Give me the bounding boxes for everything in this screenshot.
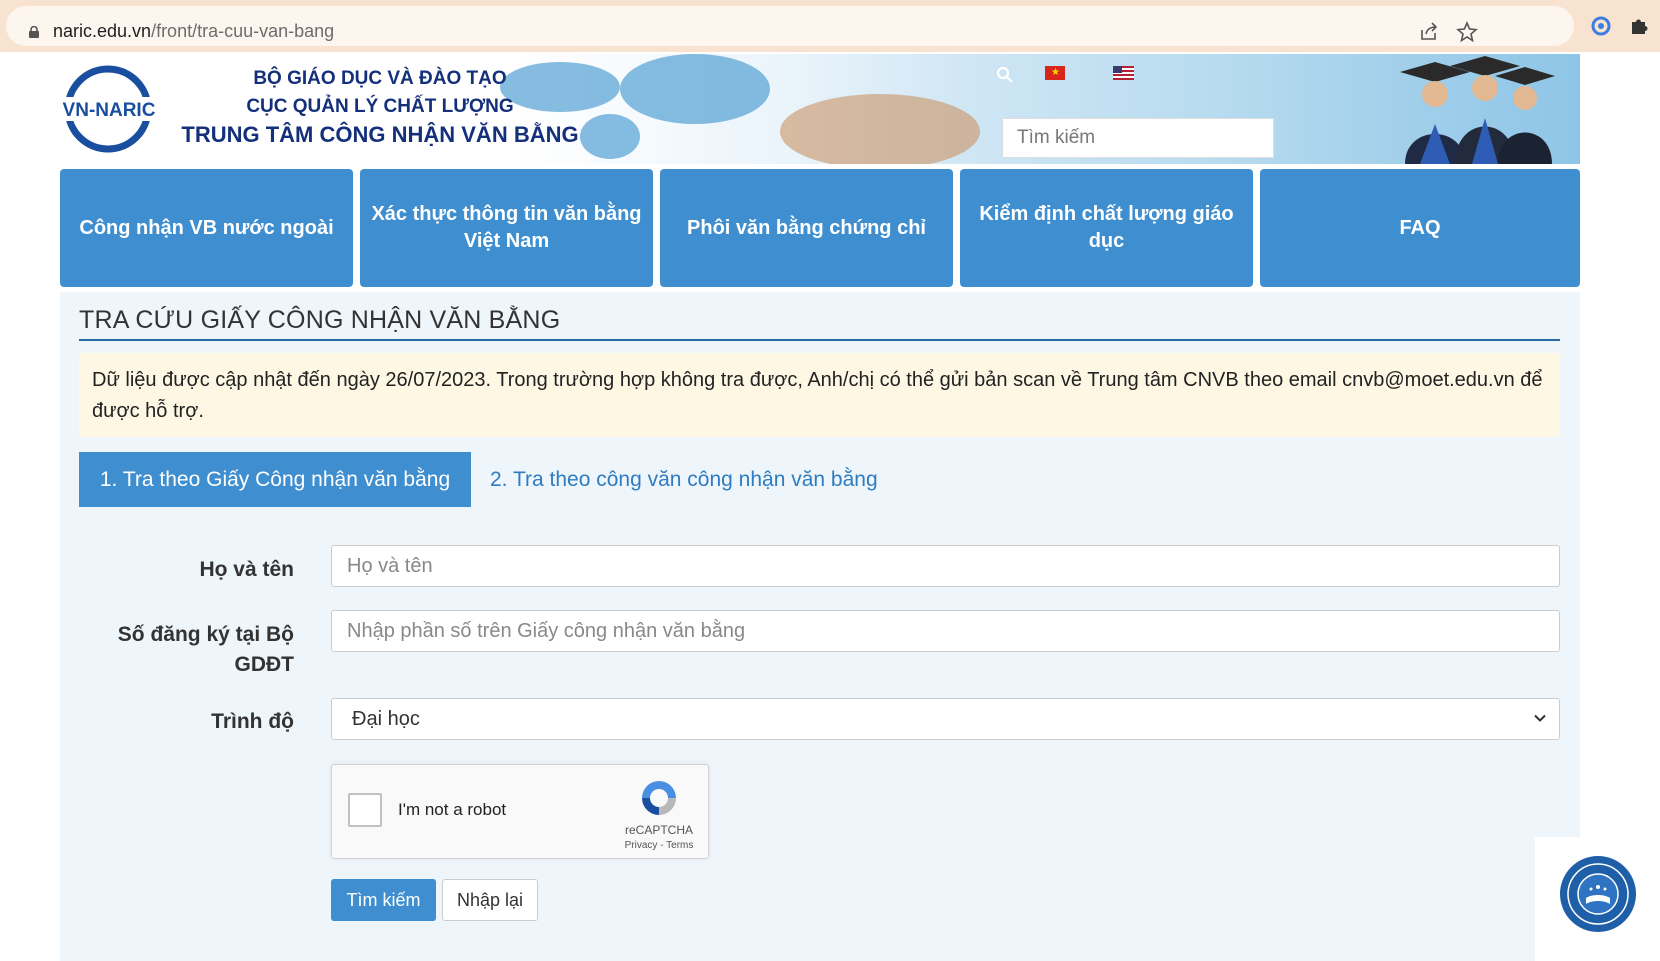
bookmark-star-icon[interactable] — [1456, 21, 1478, 43]
level-label: Trình độ — [211, 710, 294, 733]
share-icon[interactable] — [1418, 21, 1440, 43]
url-domain: naric.edu.vn — [53, 21, 152, 41]
recaptcha-widget: I'm not a robot reCAPTCHA Privacy - Term… — [331, 764, 709, 859]
landmarks-decoration — [780, 94, 980, 164]
header-search-input[interactable]: Tìm kiếm — [1002, 118, 1274, 158]
search-button[interactable]: Tìm kiếm — [331, 879, 436, 921]
nav-faq[interactable]: FAQ — [1260, 169, 1580, 287]
tab-by-recognition-dispatch[interactable]: 2. Tra theo công văn công nhận văn bằng — [490, 452, 878, 507]
vn-naric-logo[interactable]: VN-NARIC — [60, 64, 158, 154]
lock-icon — [29, 26, 39, 38]
chevron-down-icon — [1534, 714, 1546, 722]
registration-number-label: Số đăng ký tại Bộ GDĐT — [117, 623, 294, 676]
full-name-label: Họ và tên — [199, 558, 294, 581]
recaptcha-label: I'm not a robot — [398, 800, 507, 819]
recaptcha-privacy-terms-link[interactable]: Privacy - Terms — [615, 840, 703, 851]
vietnam-flag-icon[interactable]: ★ — [1045, 66, 1065, 80]
recaptcha-logo-icon — [642, 781, 676, 815]
page-title: TRA CỨU GIẤY CÔNG NHẬN VĂN BẰNG — [79, 306, 561, 334]
map-decoration — [620, 54, 770, 124]
puzzle-extensions-icon[interactable] — [1628, 15, 1650, 37]
nav-foreign-degree-recognition[interactable]: Công nhận VB nước ngoài — [60, 169, 353, 287]
university-seal-icon — [1560, 856, 1636, 932]
search-icon[interactable] — [996, 66, 1014, 84]
header-banner: VN-NARIC BỘ GIÁO DỤC VÀ ĐÀO TẠO CỤC QUẢN… — [60, 54, 1580, 164]
graduates-image — [1400, 56, 1555, 164]
org-line-3: TRUNG TÂM CÔNG NHẬN VĂN BẰNG — [181, 122, 579, 147]
reset-button[interactable]: Nhập lại — [442, 879, 538, 921]
full-name-input[interactable]: Họ và tên — [331, 545, 1560, 587]
extension-refresh-icon[interactable] — [1590, 15, 1612, 37]
address-bar[interactable]: naric.edu.vn/front/tra-cuu-van-bang — [6, 6, 1574, 46]
tab-by-recognition-certificate[interactable]: 1. Tra theo Giấy Công nhận văn bằng — [79, 452, 471, 507]
title-divider — [79, 339, 1560, 341]
notice-box: Dữ liệu được cập nhật đến ngày 26/07/202… — [79, 353, 1560, 437]
nav-certificate-blanks[interactable]: Phôi văn bằng chứng chỉ — [660, 169, 953, 287]
url-path: /front/tra-cuu-van-bang — [151, 21, 335, 41]
recaptcha-checkbox[interactable] — [348, 793, 382, 827]
browser-toolbar: naric.edu.vn/front/tra-cuu-van-bang — [0, 0, 1660, 52]
nav-vietnam-degree-verification[interactable]: Xác thực thông tin văn bằng Việt Nam — [360, 169, 653, 287]
nav-education-quality-accreditation[interactable]: Kiểm định chất lượng giáo dục — [960, 169, 1253, 287]
org-line-2: CỤC QUẢN LÝ CHẤT LƯỢNG — [246, 96, 514, 117]
level-select[interactable]: Đại học — [331, 698, 1560, 740]
us-flag-icon[interactable] — [1113, 66, 1134, 80]
url-text: naric.edu.vn/front/tra-cuu-van-bang — [53, 21, 334, 42]
level-select-value: Đại học — [352, 708, 420, 730]
logo-text: VN-NARIC — [63, 100, 156, 121]
org-line-1: BỘ GIÁO DỤC VÀ ĐÀO TẠO — [253, 68, 507, 89]
recaptcha-brand: reCAPTCHA — [624, 823, 693, 837]
floating-badge[interactable] — [1535, 837, 1660, 961]
registration-number-input[interactable]: Nhập phần số trên Giấy công nhận văn bằn… — [331, 610, 1560, 652]
